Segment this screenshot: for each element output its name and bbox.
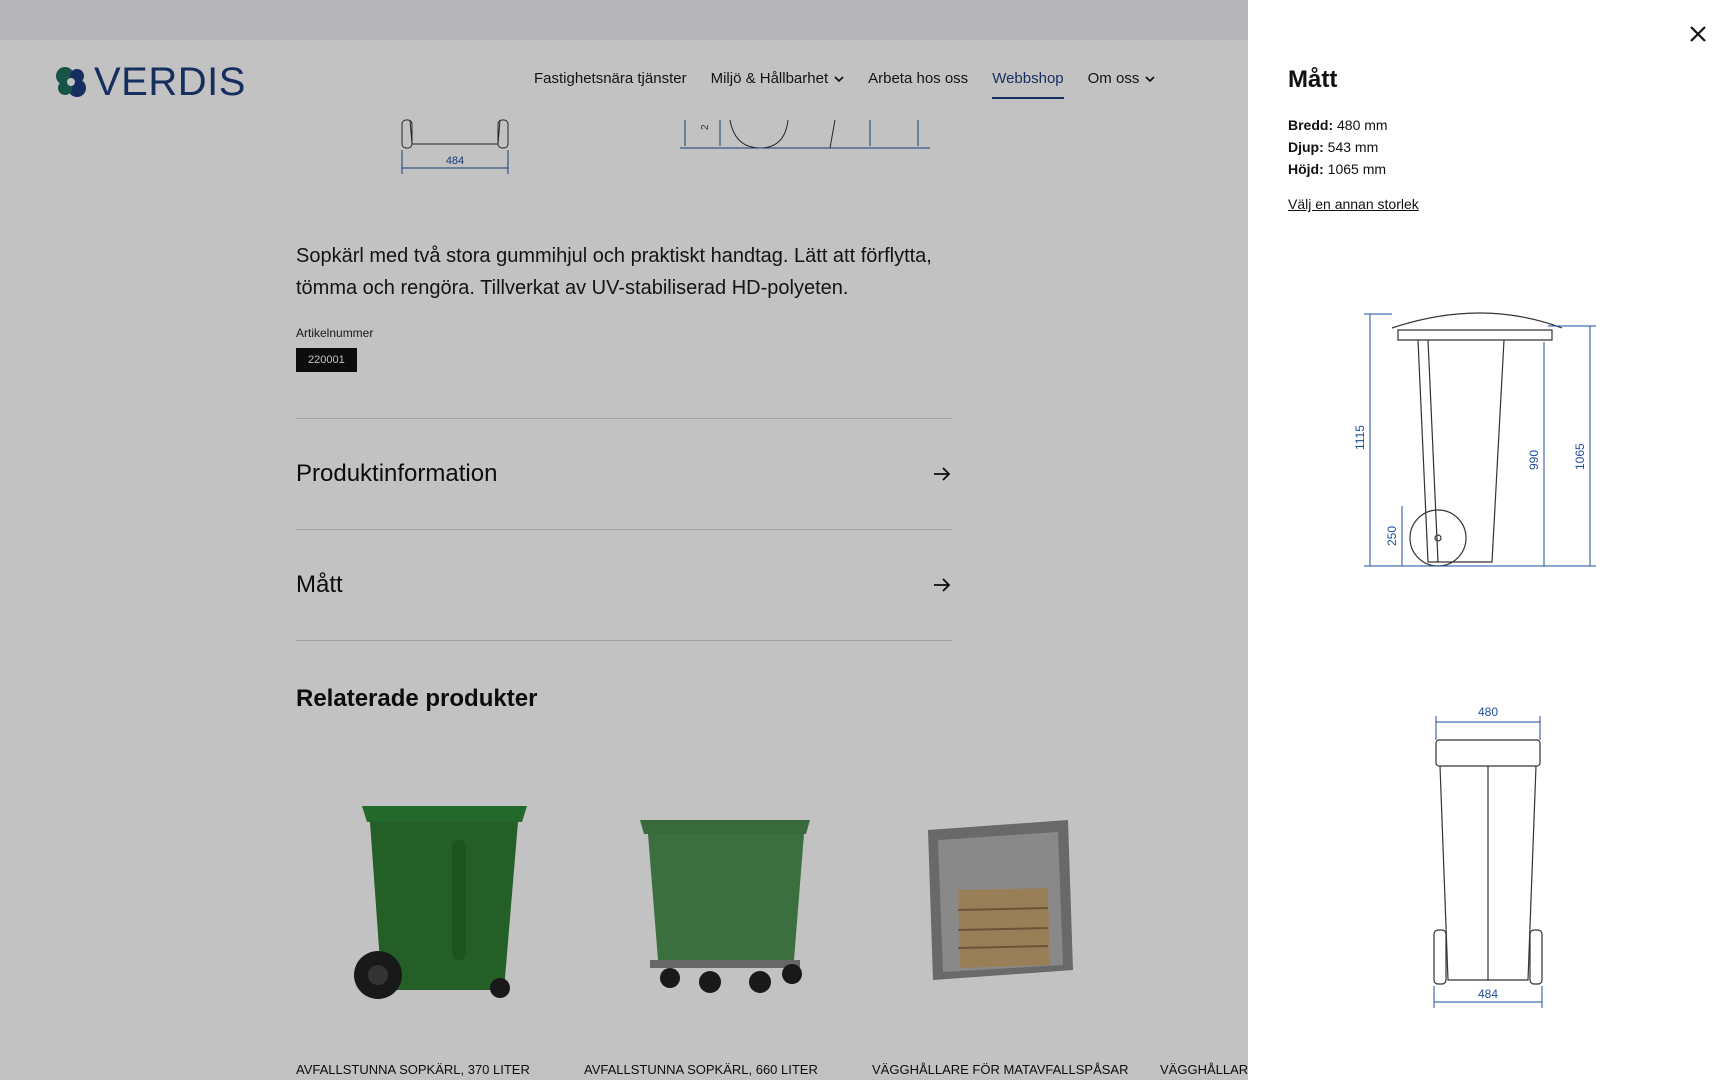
spec-depth: Djup: 543 mm bbox=[1288, 136, 1388, 158]
dimension-label-1065: 1065 bbox=[1573, 443, 1587, 470]
spec-label: Höjd: bbox=[1288, 161, 1324, 177]
choose-other-size-link[interactable]: Välj en annan storlek bbox=[1288, 196, 1419, 212]
dimension-label-1115: 1115 bbox=[1353, 425, 1367, 450]
spec-label: Bredd: bbox=[1288, 117, 1334, 133]
spec-width: Bredd: 480 mm bbox=[1288, 114, 1388, 136]
bin-front-drawing: 480 484 bbox=[1433, 705, 1543, 1008]
close-icon[interactable] bbox=[1686, 22, 1710, 46]
dimension-label-990: 990 bbox=[1527, 450, 1541, 470]
spec-value: 543 mm bbox=[1327, 139, 1379, 155]
spec-value: 480 mm bbox=[1337, 117, 1388, 133]
drawer-title: Mått bbox=[1288, 66, 1338, 93]
dimension-label-top: 480 bbox=[1478, 705, 1498, 719]
bin-side-drawing: 1115 250 990 1065 bbox=[1353, 312, 1596, 567]
spec-height: Höjd: 1065 mm bbox=[1288, 158, 1388, 180]
dimensions-drawer: Mått Bredd: 480 mm Djup: 543 mm Höjd: 10… bbox=[1248, 0, 1728, 1080]
spec-label: Djup: bbox=[1288, 139, 1324, 155]
dimension-label-bottom: 484 bbox=[1478, 987, 1498, 1001]
spec-value: 1065 mm bbox=[1327, 161, 1387, 177]
dimension-label-250: 250 bbox=[1385, 526, 1399, 546]
dimension-specs: Bredd: 480 mm Djup: 543 mm Höjd: 1065 mm bbox=[1288, 114, 1388, 180]
modal-backdrop[interactable] bbox=[0, 0, 1248, 1080]
